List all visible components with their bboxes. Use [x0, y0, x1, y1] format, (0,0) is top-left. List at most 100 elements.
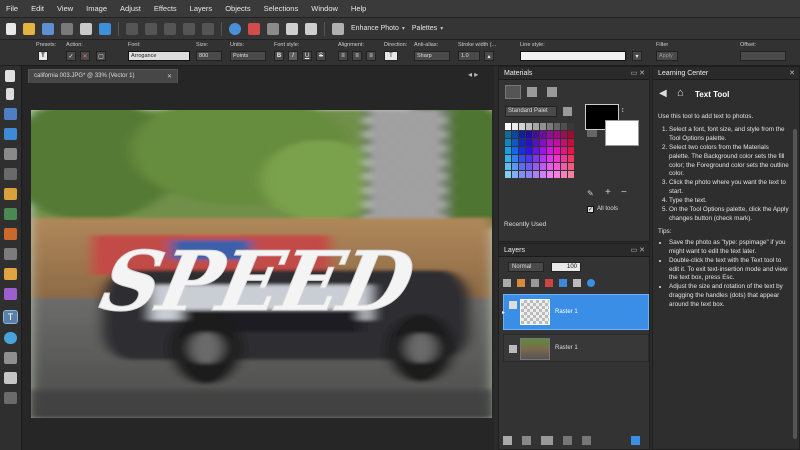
- color-swatch[interactable]: [554, 171, 560, 178]
- color-swatch[interactable]: [512, 123, 518, 130]
- adjustment-icon[interactable]: [559, 279, 567, 287]
- print-icon[interactable]: [80, 22, 92, 35]
- save-as-icon[interactable]: [61, 22, 73, 35]
- underline-button[interactable]: U: [302, 51, 312, 61]
- color-swatch[interactable]: [561, 123, 567, 130]
- color-swatch[interactable]: [561, 147, 567, 154]
- color-swatch[interactable]: [540, 139, 546, 146]
- copy-icon[interactable]: [183, 22, 195, 35]
- color-swatch[interactable]: [554, 163, 560, 170]
- line-style-select[interactable]: [520, 51, 626, 61]
- color-swatch[interactable]: [512, 155, 518, 162]
- photo-canvas[interactable]: SPEED: [31, 110, 492, 418]
- red-eye-tool-icon[interactable]: [4, 188, 17, 200]
- dodge-tool-icon[interactable]: [4, 372, 17, 384]
- color-swatch-grid[interactable]: [505, 123, 580, 183]
- color-swatch[interactable]: [512, 139, 518, 146]
- color-swatch[interactable]: [540, 131, 546, 138]
- color-swatch[interactable]: [554, 139, 560, 146]
- convert-button[interactable]: ▢: [96, 51, 106, 61]
- color-swatch[interactable]: [533, 171, 539, 178]
- color-swatch[interactable]: [568, 147, 574, 154]
- color-swatch[interactable]: [568, 155, 574, 162]
- swap-colors-icon[interactable]: ↕: [621, 107, 625, 114]
- stroke-width-stepper[interactable]: ▴: [484, 51, 494, 61]
- color-swatch[interactable]: [568, 123, 574, 130]
- remove-swatch-icon[interactable]: −: [621, 187, 627, 198]
- antialias-select[interactable]: Sharp: [414, 51, 450, 61]
- panel-controls[interactable]: ▭ ✕: [631, 69, 645, 77]
- color-swatch[interactable]: [561, 139, 567, 146]
- home-icon[interactable]: ⌂: [677, 87, 684, 99]
- palettes-button[interactable]: Palettes ▾: [412, 25, 443, 32]
- color-swatch[interactable]: [547, 147, 553, 154]
- color-swatch[interactable]: [519, 171, 525, 178]
- color-swatch[interactable]: [547, 163, 553, 170]
- color-swatch[interactable]: [533, 123, 539, 130]
- color-swatch[interactable]: [505, 147, 511, 154]
- italic-button[interactable]: I: [288, 51, 298, 61]
- eraser-tool-icon[interactable]: [4, 248, 17, 260]
- document-nav-arrows[interactable]: ◂ ▸: [468, 70, 478, 79]
- menu-adjust[interactable]: Adjust: [120, 4, 141, 13]
- redo-icon[interactable]: [145, 22, 157, 35]
- swatch-view-icon[interactable]: [527, 87, 537, 97]
- bold-button[interactable]: B: [274, 51, 284, 61]
- color-swatch[interactable]: [547, 123, 553, 130]
- color-swatch[interactable]: [512, 131, 518, 138]
- color-swatch[interactable]: [533, 131, 539, 138]
- palette-select[interactable]: Standard Palet: [505, 106, 557, 117]
- selection-tool-icon[interactable]: [4, 108, 17, 120]
- color-swatch[interactable]: [568, 131, 574, 138]
- color-swatch[interactable]: [547, 171, 553, 178]
- color-swatch[interactable]: [533, 139, 539, 146]
- color-swatch[interactable]: [533, 147, 539, 154]
- offset-input[interactable]: [740, 51, 786, 61]
- close-icon[interactable]: ✕: [789, 69, 795, 77]
- color-swatch[interactable]: [512, 163, 518, 170]
- strikethrough-button[interactable]: S: [316, 51, 326, 61]
- align-left-button[interactable]: ≡: [338, 51, 348, 61]
- color-swatch[interactable]: [561, 171, 567, 178]
- crop-icon[interactable]: [267, 22, 279, 35]
- color-swatch[interactable]: [561, 131, 567, 138]
- link-layers-icon[interactable]: [541, 435, 553, 445]
- photo-review-icon[interactable]: [248, 22, 260, 35]
- menu-view[interactable]: View: [57, 4, 73, 13]
- color-swatch[interactable]: [533, 155, 539, 162]
- eyedropper-tool-icon[interactable]: [4, 128, 17, 140]
- menu-selections[interactable]: Selections: [264, 4, 299, 13]
- color-swatch[interactable]: [519, 155, 525, 162]
- direction-select[interactable]: T: [384, 51, 398, 61]
- eyedropper-icon[interactable]: ✎: [587, 189, 594, 198]
- delete-layer-icon[interactable]: [582, 435, 591, 445]
- color-swatch[interactable]: [554, 123, 560, 130]
- color-swatch[interactable]: [526, 155, 532, 162]
- color-swatch[interactable]: [519, 123, 525, 130]
- panel-controls[interactable]: ▭ ✕: [631, 246, 645, 254]
- opacity-input[interactable]: 100: [551, 262, 581, 272]
- learning-center-scrollbar[interactable]: [793, 129, 797, 439]
- color-swatch[interactable]: [554, 147, 560, 154]
- background-color-swatch[interactable]: [605, 120, 639, 146]
- menu-help[interactable]: Help: [351, 4, 366, 13]
- line-style-options-button[interactable]: ▾: [632, 51, 642, 61]
- color-swatch[interactable]: [505, 139, 511, 146]
- color-swatch[interactable]: [554, 131, 560, 138]
- color-swatch[interactable]: [519, 139, 525, 146]
- preset-shape-tool-icon[interactable]: [4, 332, 17, 344]
- paint-brush-tool-icon[interactable]: [4, 228, 17, 240]
- color-swatch[interactable]: [505, 123, 511, 130]
- color-swatch[interactable]: [540, 147, 546, 154]
- undo-icon[interactable]: [126, 22, 138, 35]
- color-swatch[interactable]: [519, 147, 525, 154]
- new-file-icon[interactable]: [6, 22, 16, 35]
- color-swatch[interactable]: [526, 123, 532, 130]
- straighten-tool-icon[interactable]: [4, 168, 17, 180]
- new-raster-layer-icon[interactable]: [503, 435, 512, 445]
- speed-text-overlay[interactable]: SPEED: [92, 232, 423, 330]
- font-select[interactable]: Arrogance: [128, 51, 190, 61]
- expand-arrow-icon[interactable]: ▸: [502, 309, 505, 316]
- rainbow-view-icon[interactable]: [547, 87, 557, 97]
- zoom-in-icon[interactable]: [286, 22, 298, 35]
